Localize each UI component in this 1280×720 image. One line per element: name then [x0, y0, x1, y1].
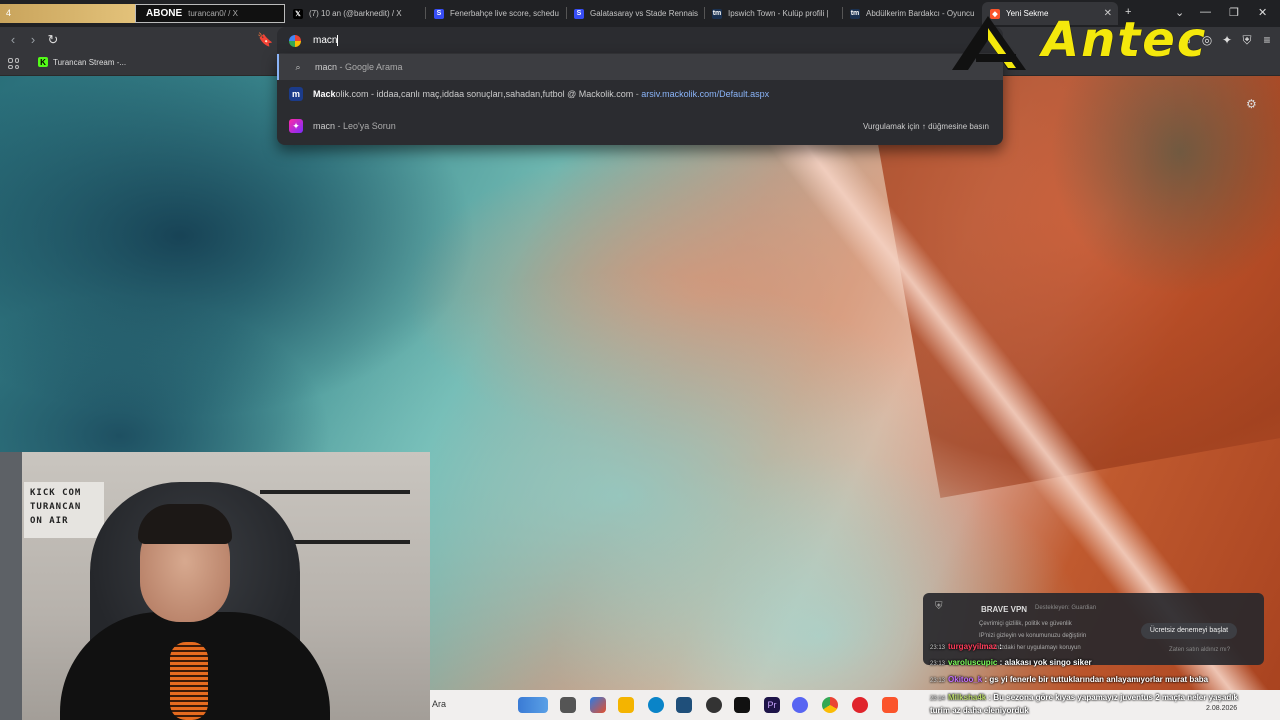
- antec-mark-icon: [952, 16, 1026, 70]
- file-explorer-icon[interactable]: [618, 697, 634, 713]
- chat-time: 23:14: [930, 696, 946, 702]
- tab-label: Ipswich Town - Kulüp profili |: [728, 9, 829, 18]
- chat-time: 23:13: [930, 645, 946, 651]
- app-red-icon[interactable]: [852, 697, 868, 713]
- chat-message: 23:13 Okitoo_k : gs yi fenerle bir tuttuk…: [930, 675, 1208, 684]
- brave-taskbar-icon[interactable]: [882, 697, 898, 713]
- address-bar[interactable]: macn: [277, 27, 1003, 54]
- kick-icon: K: [38, 57, 48, 67]
- stream-chat: 23:13 turgayyilmaz : 23:13 varoluscupic : …: [930, 640, 1260, 720]
- forward-arrow-icon[interactable]: ›: [25, 32, 41, 48]
- suggestion-text: macn: [315, 62, 338, 72]
- menu-icon[interactable]: ≡: [1260, 33, 1274, 47]
- reload-icon[interactable]: ↻: [45, 32, 61, 48]
- tab-label: (7) 10 an (@barknedit) / X: [309, 9, 402, 18]
- antec-wordmark: Antec: [1042, 12, 1208, 68]
- google-icon: [289, 34, 301, 47]
- subscribe-label: ABONE: [146, 8, 183, 19]
- sofascore-icon: S: [434, 8, 444, 19]
- vpn-shield-icon: ⛨: [935, 601, 943, 612]
- taskbar-search[interactable]: Ara: [430, 690, 518, 720]
- omnibox-suggestions: ⌕ macn - Google Arama m Mackolik.com - i…: [277, 54, 1003, 145]
- edge-icon[interactable]: [648, 697, 664, 713]
- suggestion-match: Mack: [313, 89, 336, 99]
- vpn-title: BRAVE VPN: [981, 605, 1028, 614]
- text-caret: [337, 34, 339, 46]
- suggestion-text: olik.com - iddaa,canlı maç,iddaa sonuçla…: [335, 89, 634, 99]
- chat-message: 23:13 turgayyilmaz :: [930, 642, 1002, 651]
- suggestion-leo[interactable]: ✦ macn - Leo'ya Sorun Vurgulamak için ↑ …: [277, 113, 1003, 139]
- chat-time: 23:13: [930, 661, 946, 667]
- mackolik-icon: m: [289, 87, 303, 101]
- webcam-wall-strip: [0, 452, 22, 720]
- store-icon[interactable]: [590, 697, 606, 713]
- search-icon: ⌕: [295, 61, 301, 72]
- suggestion-hint: Vurgulamak için ↑ düğmesine basın: [863, 121, 989, 131]
- sign-line: ON AIR: [30, 516, 69, 526]
- stream-banner-gold: 4: [0, 4, 135, 23]
- x-logo-icon: 𝕏: [293, 8, 303, 19]
- address-bar-input[interactable]: macn: [313, 34, 339, 47]
- banner-count: 4: [6, 8, 12, 18]
- microphone: [170, 642, 208, 720]
- suggestion-source: - Leo'ya Sorun: [335, 121, 396, 131]
- obs-icon[interactable]: [706, 697, 722, 713]
- transfermarkt-icon: tm: [850, 8, 860, 19]
- sign-line: KICK COM: [30, 488, 82, 498]
- gear-icon[interactable]: ⚙: [1246, 97, 1257, 111]
- chat-user: Okitoo_k: [948, 675, 983, 684]
- streamer-hair: [138, 504, 232, 544]
- back-arrow-icon[interactable]: ‹: [5, 32, 21, 48]
- tab-x-barknedit[interactable]: 𝕏 (7) 10 an (@barknedit) / X: [285, 4, 425, 23]
- subscribe-banner: ABONE turancan0/ / X: [135, 4, 285, 23]
- chat-time: 23:13: [930, 678, 946, 684]
- tab-fenerbahce[interactable]: S Fenerbahçe live score, schedu: [426, 4, 566, 23]
- bookmark-icon[interactable]: 🔖: [257, 32, 273, 48]
- leo-icon: ✦: [289, 119, 303, 133]
- sign-line: TURANCAN: [30, 502, 82, 512]
- chat-user: turgayyilmaz: [948, 642, 997, 651]
- chrome-icon[interactable]: [822, 697, 838, 713]
- chat-user: varoluscupic: [948, 658, 998, 667]
- capcut-icon[interactable]: [734, 697, 750, 713]
- suggestion-text: macn: [313, 121, 336, 131]
- vpn-trial-button[interactable]: Ücretsiz denemeyi başlat: [1141, 623, 1237, 639]
- tab-label: Fenerbahçe live score, schedu: [450, 9, 559, 18]
- discord-icon[interactable]: [792, 697, 808, 713]
- bookmark-label: Turancan Stream -...: [53, 57, 127, 67]
- chat-message: 23:14 Milksha4k : Bu sezona göre kıyas ya…: [930, 692, 1260, 717]
- chat-message: 23:13 varoluscupic : alakası yok singo si…: [930, 658, 1092, 667]
- chat-text: : alakası yok singo siker: [999, 658, 1092, 667]
- task-view-icon[interactable]: [560, 697, 576, 713]
- chat-user: Milksha4k: [948, 693, 987, 702]
- address-bar-query: macn: [313, 35, 338, 47]
- suggestion-source: - Google Arama: [337, 62, 403, 72]
- tab-label: Galatasaray vs Stade Rennais: [590, 9, 699, 18]
- suggestion-google-search[interactable]: ⌕ macn - Google Arama: [277, 54, 1003, 80]
- vpn-feature: Çevrimiçi gizlilik, politik ve güvenlik: [979, 621, 1072, 627]
- bookmark-turancan-stream[interactable]: K Turancan Stream -...: [38, 57, 126, 67]
- subscribe-sub: turancan0/ / X: [188, 9, 238, 18]
- antec-logo: Antec: [950, 8, 1250, 74]
- chat-text: :: [999, 642, 1002, 651]
- stream-banner: 4 ABONE turancan0/ / X: [0, 4, 310, 23]
- window-close-icon[interactable]: ✕: [1258, 6, 1267, 19]
- on-air-sign: KICK COM TURANCAN ON AIR: [24, 482, 104, 538]
- tab-galatasaray[interactable]: S Galatasaray vs Stade Rennais: [566, 4, 704, 23]
- tab-ipswich[interactable]: tm Ipswich Town - Kulüp profili |: [704, 4, 842, 23]
- app-icon[interactable]: [676, 697, 692, 713]
- chat-text: : gs yi fenerle bir tuttuklarından anlay…: [984, 675, 1209, 684]
- sofascore-icon: S: [574, 8, 584, 19]
- suggestion-url: arsiv.mackolik.com/Default.aspx: [641, 89, 770, 99]
- streamer-webcam: KICK COM TURANCAN ON AIR: [0, 452, 430, 720]
- transfermarkt-icon: tm: [712, 8, 722, 19]
- vpn-subtitle: Destekleyen: Guardian: [1035, 605, 1097, 611]
- widgets-icon[interactable]: [518, 697, 548, 713]
- apps-grid-icon[interactable]: [8, 58, 19, 69]
- wall-shelf: [260, 490, 410, 494]
- premiere-icon[interactable]: Pr: [764, 697, 780, 713]
- vpn-feature: IP'nizi gizleyin ve konumunuzu değiştiri…: [979, 633, 1087, 639]
- suggestion-mackolik[interactable]: m Mackolik.com - iddaa,canlı maç,iddaa s…: [277, 81, 1003, 107]
